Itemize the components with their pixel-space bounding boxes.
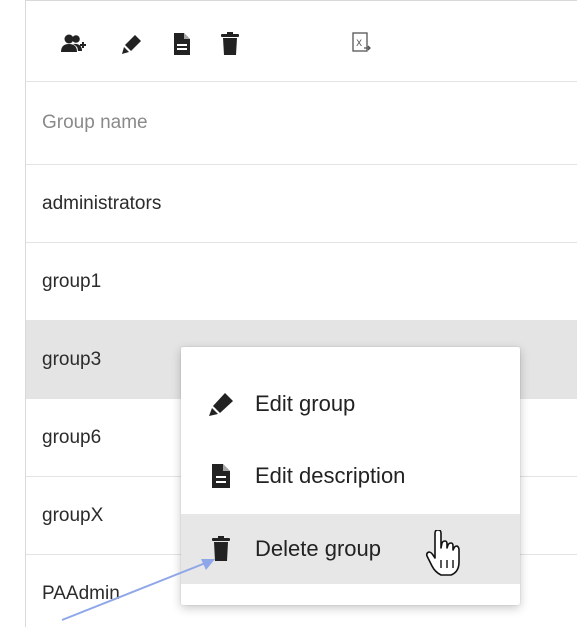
row-label: group1 — [42, 270, 102, 292]
svg-text:X: X — [356, 39, 362, 49]
row-label: PAAdmin — [42, 582, 120, 604]
row-label: group3 — [42, 348, 102, 370]
menu-item-label: Edit group — [255, 391, 356, 416]
menu-item-edit-group[interactable]: Edit group — [181, 369, 520, 439]
column-header-group-name[interactable]: Group name — [26, 82, 577, 165]
excel-export-icon: X — [352, 32, 371, 52]
menu-item-delete-group[interactable]: Delete group — [181, 514, 520, 584]
row-label: groupX — [42, 504, 104, 526]
export-excel-button[interactable]: X — [342, 26, 382, 62]
menu-item-label: Delete group — [255, 536, 381, 561]
toolbar: X — [26, 1, 577, 82]
column-header-label: Group name — [42, 112, 148, 133]
delete-button[interactable] — [210, 26, 250, 62]
menu-item-edit-description[interactable]: Edit description — [181, 441, 520, 511]
context-menu: Edit group Edit description Delete group — [181, 347, 520, 605]
pencil-icon — [201, 391, 241, 417]
document-icon — [201, 463, 241, 489]
trash-icon — [201, 536, 241, 562]
row-label: administrators — [42, 192, 162, 214]
add-user-button[interactable] — [54, 26, 94, 62]
document-icon — [174, 33, 190, 55]
add-user-icon — [61, 34, 86, 52]
row-label: group6 — [42, 426, 102, 448]
trash-icon — [221, 32, 239, 55]
table-row[interactable]: administrators — [26, 165, 577, 243]
menu-item-label: Edit description — [255, 463, 406, 488]
description-button[interactable] — [162, 26, 202, 62]
table-row[interactable]: group1 — [26, 243, 577, 321]
pencil-icon — [122, 35, 141, 54]
edit-button[interactable] — [112, 26, 152, 62]
